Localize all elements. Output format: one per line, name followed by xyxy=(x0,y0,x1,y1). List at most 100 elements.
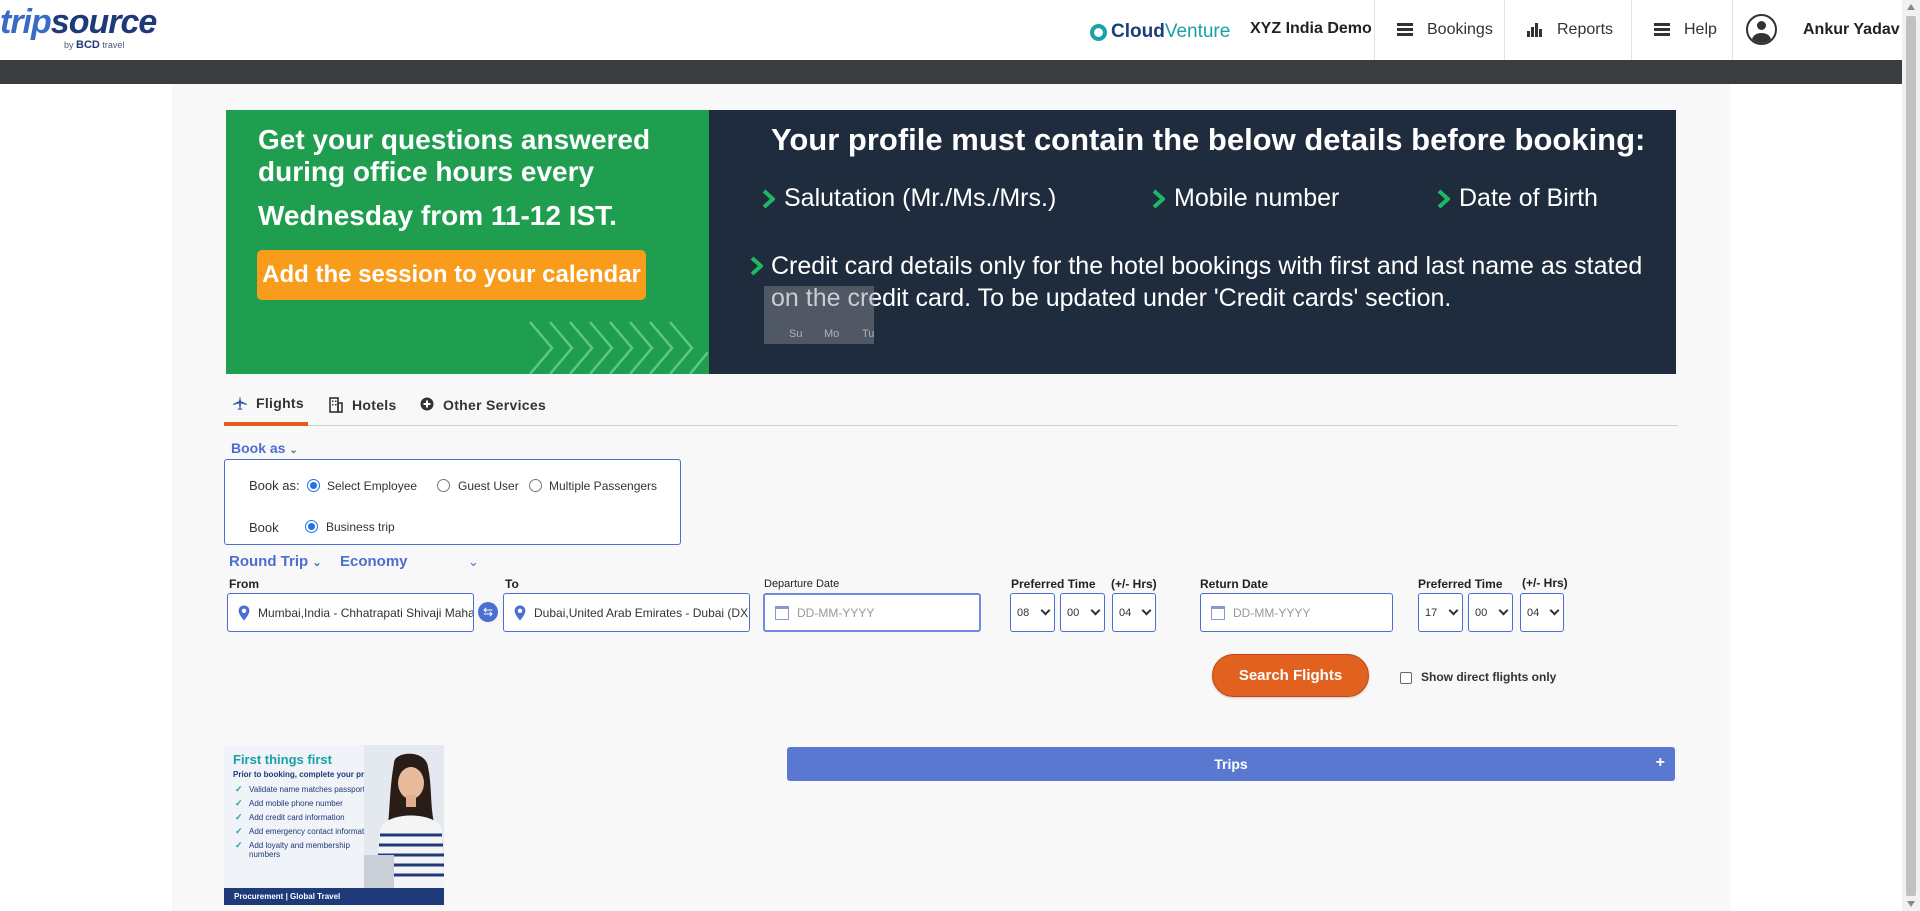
to-field[interactable]: Dubai,United Arab Emirates - Dubai (DXB) xyxy=(503,593,750,632)
logo-bcd-text: BCD xyxy=(76,39,100,51)
calendar-icon xyxy=(775,605,789,620)
departure-window-value: 04 xyxy=(1119,606,1132,619)
profile-requirements-panel: Your profile must contain the below deta… xyxy=(709,110,1676,374)
requirement-dob-label: Date of Birth xyxy=(1459,184,1598,212)
direct-flights-label[interactable]: Show direct flights only xyxy=(1421,670,1556,684)
scroll-down-icon[interactable] xyxy=(1907,901,1915,907)
chevron-right-icon xyxy=(762,189,775,208)
tab-hotels[interactable]: Hotels xyxy=(328,384,397,426)
tripsource-logo[interactable]: tripsource by BCD travel xyxy=(0,3,157,51)
return-hour-value: 17 xyxy=(1425,606,1438,619)
departure-minute-select[interactable]: 00 xyxy=(1060,593,1105,632)
direct-flights-checkbox[interactable] xyxy=(1400,672,1412,684)
calendar-day-su: Su xyxy=(789,328,803,340)
office-hours-text: Get your questions answered during offic… xyxy=(258,124,651,187)
chevron-down-icon: ⌄ xyxy=(312,557,322,569)
header-band xyxy=(0,60,1902,84)
tab-other-services[interactable]: Other Services xyxy=(419,384,546,426)
departure-window-select[interactable]: 04 xyxy=(1112,593,1156,632)
nav-help[interactable]: Help xyxy=(1631,0,1732,60)
radio-multiple-passengers-label[interactable]: Multiple Passengers xyxy=(549,479,657,493)
logo-byline: by BCD travel xyxy=(64,39,124,51)
departure-preferred-time-label: Preferred Time xyxy=(1011,577,1096,591)
promo-item: Add loyalty and membership numbers xyxy=(233,841,383,859)
location-pin-icon xyxy=(514,605,526,620)
expand-plus-icon[interactable]: + xyxy=(1656,754,1665,772)
trip-type-select[interactable]: Round Trip ⌄ xyxy=(229,553,322,570)
trips-accordion[interactable]: Trips + xyxy=(787,747,1675,781)
chevron-right-icon xyxy=(1437,189,1450,208)
airplane-icon xyxy=(233,396,247,410)
user-menu[interactable]: Ankur Yadav xyxy=(1746,14,1900,45)
promo-title: First things first xyxy=(233,752,332,767)
company-name: XYZ India Demo xyxy=(1250,20,1372,37)
hamburger-icon xyxy=(1654,23,1672,37)
trip-type-value: Round Trip xyxy=(229,553,309,570)
promo-item: Validate name matches passport xyxy=(233,785,383,794)
departure-hour-select[interactable]: 08 xyxy=(1010,593,1055,632)
book-as-toggle-label: Book as xyxy=(231,440,286,456)
departure-minute-value: 00 xyxy=(1067,606,1080,619)
search-flights-button[interactable]: Search Flights xyxy=(1212,654,1369,697)
profile-banner: Get your questions answered during offic… xyxy=(226,110,1676,374)
cabin-class-select[interactable]: Economy xyxy=(340,553,408,570)
calendar-icon xyxy=(1211,605,1225,620)
radio-select-employee-label[interactable]: Select Employee xyxy=(327,479,417,493)
radio-business-trip-label[interactable]: Business trip xyxy=(326,520,395,534)
nav-bookings[interactable]: Bookings xyxy=(1374,0,1498,60)
radio-multiple-passengers[interactable] xyxy=(529,479,542,492)
promo-subtitle: Prior to booking, complete your profile: xyxy=(233,770,384,779)
booking-tabs: Flights Hotels Other Services xyxy=(224,384,1678,426)
trips-label: Trips xyxy=(1214,756,1248,772)
return-minute-select[interactable]: 00 xyxy=(1468,593,1513,632)
radio-guest-user[interactable] xyxy=(437,479,450,492)
requirement-mobile-label: Mobile number xyxy=(1174,184,1340,212)
decorative-chevrons-icon xyxy=(529,321,708,374)
chevron-down-icon: ⌄ xyxy=(289,445,298,456)
swap-airports-button[interactable]: ⇆ xyxy=(478,602,498,622)
cloudventure-logo: Cloud Venture xyxy=(1090,21,1230,43)
return-date-placeholder: DD-MM-YYYY xyxy=(1233,605,1311,620)
scrollbar-thumb[interactable] xyxy=(1906,16,1916,896)
chevron-down-icon[interactable]: ⌄ xyxy=(468,554,479,570)
building-icon xyxy=(329,397,343,413)
radio-guest-user-label[interactable]: Guest User xyxy=(458,479,519,493)
swap-icon: ⇆ xyxy=(482,605,494,619)
logo-by-text: by xyxy=(64,40,74,50)
departure-date-input[interactable]: DD-MM-YYYY xyxy=(763,593,981,632)
radio-business-trip[interactable] xyxy=(305,520,318,533)
location-pin-icon xyxy=(238,605,250,620)
page-scrollbar[interactable] xyxy=(1902,0,1920,911)
radio-select-employee[interactable] xyxy=(307,479,320,492)
return-hour-select[interactable]: 17 xyxy=(1418,593,1463,632)
from-field[interactable]: Mumbai,India - Chhatrapati Shivaji Mahar… xyxy=(227,593,474,632)
logo-source-text: source xyxy=(50,3,157,41)
cloudventure-mark-icon xyxy=(1090,23,1107,41)
credit-card-note: Credit card details only for the hotel b… xyxy=(771,252,1643,312)
user-name: Ankur Yadav xyxy=(1803,20,1900,38)
promo-footer: Procurement | Global Travel xyxy=(224,888,444,905)
nav-reports-label: Reports xyxy=(1557,21,1614,38)
return-date-input[interactable]: DD-MM-YYYY xyxy=(1200,593,1393,632)
scroll-up-icon[interactable] xyxy=(1907,4,1915,10)
chevron-down-icon xyxy=(1549,605,1560,616)
return-window-select[interactable]: 04 xyxy=(1520,593,1564,632)
chevron-down-icon xyxy=(1090,605,1101,616)
first-things-first-promo[interactable]: First things first Prior to booking, com… xyxy=(224,745,444,905)
book-as-panel: Book as: Select Employee Guest User Mult… xyxy=(224,459,681,545)
logo-travel-text: travel xyxy=(102,40,125,50)
bar-chart-icon xyxy=(1527,23,1545,37)
nav-reports[interactable]: Reports xyxy=(1504,0,1632,60)
book-as-toggle[interactable]: Book as ⌄ xyxy=(231,440,298,456)
partner-venture-text: Venture xyxy=(1164,21,1231,42)
add-to-calendar-button[interactable]: Add the session to your calendar xyxy=(257,250,646,300)
return-window-value: 04 xyxy=(1527,606,1540,619)
tab-other-services-label: Other Services xyxy=(443,397,547,413)
nav-help-label: Help xyxy=(1684,21,1717,38)
promo-item: Add mobile phone number xyxy=(233,799,383,808)
requirement-salutation-label: Salutation (Mr./Ms./Mrs.) xyxy=(784,184,1057,212)
return-hrs-window-label: (+/- Hrs) xyxy=(1522,576,1568,590)
departure-date-placeholder: DD-MM-YYYY xyxy=(797,605,875,620)
requirement-salutation: Salutation (Mr./Ms./Mrs.) xyxy=(762,184,1056,213)
tab-flights[interactable]: Flights xyxy=(224,384,308,426)
